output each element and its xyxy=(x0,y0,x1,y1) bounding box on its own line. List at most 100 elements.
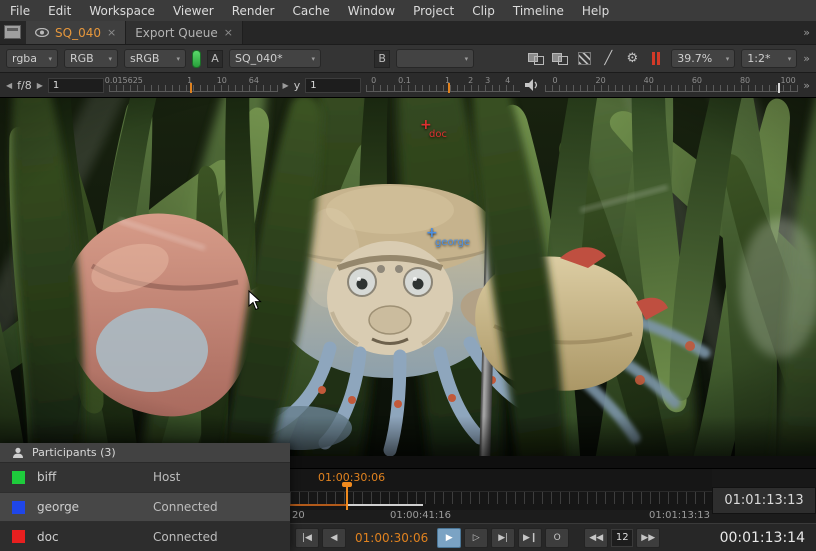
zoom-dropdown[interactable]: 39.7%▾ xyxy=(671,49,735,68)
gamma-input[interactable]: 1 xyxy=(305,78,361,93)
menu-bar: File Edit Workspace Viewer Render Cache … xyxy=(0,0,816,21)
gamma-tick-label: 2 xyxy=(468,76,473,85)
gain-prev-icon[interactable]: ◀ xyxy=(6,81,12,90)
fps-group: ◀◀ 12 ▶▶ xyxy=(584,528,660,548)
chevron-down-icon: ▾ xyxy=(465,55,469,63)
volume-slider[interactable]: 0 20 40 60 80 100 xyxy=(545,75,798,95)
input-b-label[interactable]: B xyxy=(374,50,390,68)
gain-slider[interactable]: 0.015625 1 10 64 xyxy=(109,75,278,95)
menu-edit[interactable]: Edit xyxy=(48,4,71,18)
wipe-mode-icon[interactable] xyxy=(527,50,545,68)
gain-input[interactable]: 1 xyxy=(48,78,104,93)
close-icon[interactable]: × xyxy=(107,26,116,39)
panel-icon[interactable] xyxy=(4,25,21,39)
participant-name: doc xyxy=(37,530,141,544)
tab-export-queue[interactable]: Export Queue × xyxy=(126,21,243,44)
menu-workspace[interactable]: Workspace xyxy=(89,4,155,18)
tab-bar: SQ_040 × Export Queue × » xyxy=(0,21,816,44)
participant-row[interactable]: doc Connected xyxy=(0,522,290,551)
menu-timeline[interactable]: Timeline xyxy=(513,4,564,18)
menu-cache[interactable]: Cache xyxy=(292,4,329,18)
timeline-right-strip xyxy=(712,469,816,487)
prev-frame-button[interactable]: ◀ xyxy=(322,528,346,548)
volume-tick-label: 0 xyxy=(552,76,557,85)
tab-label: Export Queue xyxy=(135,26,218,40)
ruler-ticks[interactable] xyxy=(290,491,712,504)
participants-header: Participants (3) xyxy=(0,443,290,463)
colorspace-dropdown[interactable]: sRGB▾ xyxy=(124,49,186,68)
tab-viewer-sq040[interactable]: SQ_040 × xyxy=(26,21,126,44)
chevron-down-icon: ▾ xyxy=(176,55,180,63)
gamma-next-icon[interactable]: ▶ xyxy=(283,81,289,90)
speaker-icon[interactable] xyxy=(525,79,540,91)
menu-project[interactable]: Project xyxy=(413,4,454,18)
participant-row[interactable]: george Connected xyxy=(0,493,290,523)
menu-window[interactable]: Window xyxy=(348,4,395,18)
participant-color-swatch xyxy=(12,530,25,543)
marker-label: george xyxy=(435,238,470,248)
application-window: File Edit Workspace Viewer Render Cache … xyxy=(0,0,816,551)
volume-tick-label: 100 xyxy=(781,76,796,85)
next-frame-button[interactable]: ▶| xyxy=(491,528,515,548)
compare-mode-icon[interactable] xyxy=(551,50,569,68)
chevrons-icon[interactable]: » xyxy=(803,26,810,39)
display-dropdown[interactable]: RGB▾ xyxy=(64,49,118,68)
play-button[interactable]: ▶ xyxy=(437,528,461,548)
slider-row: ◀ f/8 ▶ 1 0.015625 1 10 64 ▶ y 1 0 0.1 1… xyxy=(0,73,816,98)
viewer-canvas[interactable]: + doc + george xyxy=(0,98,816,456)
ruler-labels: 20 01:00:41:16 01:01:13:13 xyxy=(290,510,712,523)
cached-range-bar xyxy=(347,504,423,506)
volume-tick-label: 60 xyxy=(692,76,702,85)
eye-icon xyxy=(35,28,49,37)
session-marker-doc[interactable]: + doc xyxy=(420,118,447,140)
participant-row[interactable]: biff Host xyxy=(0,463,290,493)
channel-dropdown[interactable]: rgba▾ xyxy=(6,49,58,68)
roi-icon[interactable] xyxy=(647,50,665,68)
close-icon[interactable]: × xyxy=(224,26,233,39)
viewer-toolbar: rgba▾ RGB▾ sRGB▾ A SQ_040*▾ B ▾ ╱ ⚙ 39.7… xyxy=(0,44,816,73)
volume-slider-handle[interactable] xyxy=(778,83,780,93)
tab-label: SQ_040 xyxy=(55,26,101,40)
go-to-start-button[interactable]: |◀ xyxy=(295,528,319,548)
timeline-ruler[interactable]: 01:00:30:06 xyxy=(290,469,712,510)
menu-file[interactable]: File xyxy=(10,4,30,18)
wipe-tool-icon[interactable]: ╱ xyxy=(599,50,617,68)
menu-clip[interactable]: Clip xyxy=(472,4,495,18)
mask-overlay-icon[interactable] xyxy=(575,50,593,68)
participant-name: george xyxy=(37,500,141,514)
gamma-label: y xyxy=(294,79,301,92)
chevron-down-icon: ▾ xyxy=(726,55,730,63)
gain-slider-handle[interactable] xyxy=(190,83,192,93)
go-to-end-button[interactable]: ▶❙ xyxy=(518,528,542,548)
menu-help[interactable]: Help xyxy=(582,4,609,18)
session-marker-george[interactable]: + george xyxy=(426,226,470,248)
menu-viewer[interactable]: Viewer xyxy=(173,4,214,18)
chevrons-icon[interactable]: » xyxy=(803,52,810,65)
fast-forward-button[interactable]: ▶▶ xyxy=(636,528,660,548)
viewer-image xyxy=(0,98,816,456)
input-a-label[interactable]: A xyxy=(207,50,223,68)
chevrons-icon[interactable]: » xyxy=(803,79,810,92)
participant-status: Host xyxy=(153,470,180,484)
loop-button[interactable]: O xyxy=(545,528,569,548)
fps-display[interactable]: 12 xyxy=(611,529,633,547)
gamma-slider-handle[interactable] xyxy=(448,83,450,93)
person-icon xyxy=(12,447,24,459)
proxy-dropdown[interactable]: 1:2*▾ xyxy=(741,49,797,68)
gamma-slider[interactable]: 0 0.1 1 2 3 4 xyxy=(366,75,520,95)
volume-tick-label: 20 xyxy=(596,76,606,85)
input-a-dropdown[interactable]: SQ_040*▾ xyxy=(229,49,321,68)
ruler-label-mid: 01:00:41:16 xyxy=(390,510,451,521)
duration-timecode: 00:01:13:14 xyxy=(720,530,811,546)
gain-next-icon[interactable]: ▶ xyxy=(37,81,43,90)
gear-icon[interactable]: ⚙ xyxy=(623,50,641,68)
rewind-button[interactable]: ◀◀ xyxy=(584,528,608,548)
gamma-tick-label: 4 xyxy=(505,76,510,85)
input-b-dropdown[interactable]: ▾ xyxy=(396,49,474,68)
volume-tick-label: 40 xyxy=(644,76,654,85)
participants-panel: Participants (3) biff Host george Connec… xyxy=(0,443,290,551)
menu-render[interactable]: Render xyxy=(232,4,275,18)
progress-bar-orange xyxy=(290,504,347,506)
step-forward-button[interactable]: ▷ xyxy=(464,528,488,548)
playhead[interactable] xyxy=(346,483,348,510)
